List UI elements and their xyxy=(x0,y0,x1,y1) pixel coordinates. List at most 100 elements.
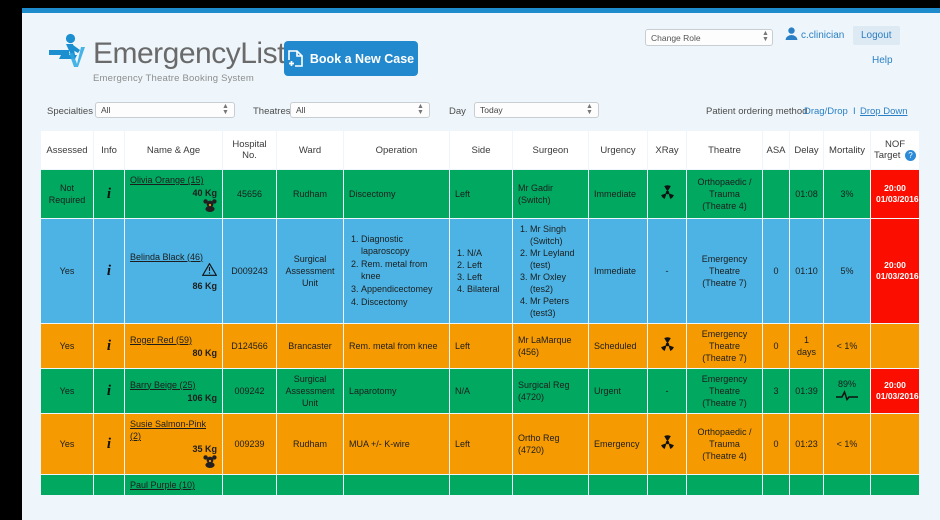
col-delay[interactable]: Delay xyxy=(790,131,823,169)
table-row[interactable]: Yes i Barry Beige (25) 106 Kg 009242 Surgical… xyxy=(41,369,919,413)
specialties-select[interactable]: All xyxy=(95,102,235,118)
cell-surgeon: Mr LaMarque (456) xyxy=(513,324,588,368)
col-info[interactable]: Info xyxy=(94,131,124,169)
cell-name-age[interactable]: Belinda Black (46) 86 Kg xyxy=(125,219,222,323)
table-row[interactable]: Paul Purple (10) xyxy=(41,475,919,495)
cell-surgeon: Mr Singh (Switch)Mr Leyland (test)Mr Oxl… xyxy=(513,219,588,323)
mortality-value: < 1% xyxy=(836,439,858,449)
info-icon[interactable]: i xyxy=(107,383,111,399)
new-document-icon xyxy=(287,50,303,67)
patient-weight: 40 Kg xyxy=(192,188,217,198)
table-row[interactable]: Yes i Roger Red (59) 80 Kg D124566 Brancaster… xyxy=(41,324,919,368)
theatres-label: Theatres xyxy=(253,106,291,117)
col-theatre[interactable]: Theatre xyxy=(687,131,762,169)
role-select-arrow-icon: ▲ ▼ xyxy=(762,30,769,43)
cell-asa xyxy=(763,170,789,218)
book-a-new-case-button[interactable]: Book a New Case xyxy=(284,41,418,76)
cell-mortality: < 1% xyxy=(824,414,870,474)
app-page: Emergency List Emergency Theatre Booking … xyxy=(22,13,940,520)
cell-delay: 1 days xyxy=(790,324,823,368)
col-assessed[interactable]: Assessed xyxy=(41,131,93,169)
patient-name-link[interactable]: Susie Salmon-Pink (2) xyxy=(130,418,217,442)
cell-side xyxy=(450,475,512,495)
cell-name-age[interactable]: Roger Red (59) 80 Kg xyxy=(125,324,222,368)
col-operation[interactable]: Operation xyxy=(344,131,449,169)
cell-info[interactable]: i xyxy=(94,369,124,413)
cell-ward: Rudham xyxy=(277,414,343,474)
table-row[interactable]: Not Required i Olivia Orange (15) 40 Kg 4565… xyxy=(41,170,919,218)
nof-target-date: 01/03/2016 xyxy=(876,194,919,204)
cell-xray xyxy=(648,324,686,368)
cell-delay: 01:10 xyxy=(790,219,823,323)
surgeon-item: Mr Singh (Switch) xyxy=(530,223,583,247)
side-item: Left xyxy=(467,259,507,271)
patient-name-link[interactable]: Olivia Orange (15) xyxy=(130,174,217,186)
cell-info[interactable]: i xyxy=(94,170,124,218)
cell-mortality xyxy=(824,475,870,495)
logout-button[interactable]: Logout xyxy=(853,26,900,45)
info-icon[interactable]: i xyxy=(107,186,111,202)
col-hospital-no[interactable]: Hospital No. xyxy=(223,131,276,169)
surgeon-item: Mr Leyland (test) xyxy=(530,247,583,271)
cell-info[interactable]: i xyxy=(94,324,124,368)
cell-name-age[interactable]: Olivia Orange (15) 40 Kg xyxy=(125,170,222,218)
col-side[interactable]: Side xyxy=(450,131,512,169)
cell-mortality: 5% xyxy=(824,219,870,323)
info-icon[interactable]: i xyxy=(107,263,111,279)
side-item: N/A xyxy=(467,247,507,259)
col-surgeon[interactable]: Surgeon xyxy=(513,131,588,169)
book-a-new-case-label: Book a New Case xyxy=(309,51,415,66)
table-row[interactable]: Yes i Susie Salmon-Pink (2) 35 Kg 009239 Rudh… xyxy=(41,414,919,474)
col-nof-target-label: NOF Target xyxy=(873,138,906,161)
change-role-select[interactable]: Change Role xyxy=(645,29,773,46)
cell-hospital-no: 45656 xyxy=(223,170,276,218)
day-arrow-icon: ▲ ▼ xyxy=(586,103,593,116)
brand-name-part2: List xyxy=(240,37,285,70)
cell-name-age[interactable]: Barry Beige (25) 106 Kg xyxy=(125,369,222,413)
table-row[interactable]: Yes i Belinda Black (46) 86 Kg D009243 Surgic… xyxy=(41,219,919,323)
operation-item: Rem. metal from knee xyxy=(361,258,444,282)
patient-name-link[interactable]: Belinda Black (46) xyxy=(130,251,217,263)
cell-hospital-no xyxy=(223,475,276,495)
patient-name-link[interactable]: Barry Beige (25) xyxy=(130,379,217,391)
cell-name-age[interactable]: Paul Purple (10) xyxy=(125,475,222,495)
cell-name-age[interactable]: Susie Salmon-Pink (2) 35 Kg xyxy=(125,414,222,474)
col-xray[interactable]: XRay xyxy=(648,131,686,169)
patient-name-link[interactable]: Roger Red (59) xyxy=(130,334,217,346)
col-nof-target[interactable]: NOF Target ? xyxy=(871,131,919,169)
day-select[interactable]: Today xyxy=(474,102,599,118)
theatres-select[interactable]: All xyxy=(290,102,430,118)
operation-text: Discectomy xyxy=(349,189,396,199)
col-mortality[interactable]: Mortality xyxy=(824,131,870,169)
cell-info[interactable]: i xyxy=(94,414,124,474)
user-avatar-icon xyxy=(785,27,798,45)
cell-nof-target: 20:00 01/03/2016 xyxy=(871,369,919,413)
surgeon-text: Mr Gadir (Switch) xyxy=(518,183,554,205)
col-urgency[interactable]: Urgency xyxy=(589,131,647,169)
cell-urgency: Emergency xyxy=(589,414,647,474)
cell-surgeon: Ortho Reg (4720) xyxy=(513,414,588,474)
cell-theatre xyxy=(687,475,762,495)
cell-operation: Laparotomy xyxy=(344,369,449,413)
side-list: N/ALeftLeftBilateral xyxy=(455,247,507,295)
brand-tagline: Emergency Theatre Booking System xyxy=(93,73,254,84)
brand-logo[interactable]: EmergencyList Emergency Theatre Booking … xyxy=(47,33,285,84)
side-text: Left xyxy=(455,439,471,449)
patient-name-link[interactable]: Paul Purple (10) xyxy=(130,479,217,491)
info-icon[interactable]: i xyxy=(107,436,111,452)
cell-info[interactable]: i xyxy=(94,219,124,323)
cell-asa: 0 xyxy=(763,219,789,323)
help-link[interactable]: Help xyxy=(872,55,893,66)
help-question-icon[interactable]: ? xyxy=(905,149,917,161)
col-name-age[interactable]: Name & Age xyxy=(125,131,222,169)
cell-info[interactable] xyxy=(94,475,124,495)
col-ward[interactable]: Ward xyxy=(277,131,343,169)
ordering-dropdown-link[interactable]: Drop Down xyxy=(860,106,908,117)
radiation-icon xyxy=(660,337,675,355)
ordering-dragdrop-link[interactable]: Drag/Drop xyxy=(804,106,848,117)
side-text: N/A xyxy=(455,386,471,396)
col-asa[interactable]: ASA xyxy=(763,131,789,169)
info-icon[interactable]: i xyxy=(107,338,111,354)
cell-hospital-no: 009239 xyxy=(223,414,276,474)
operation-text: Laparotomy xyxy=(349,386,397,396)
